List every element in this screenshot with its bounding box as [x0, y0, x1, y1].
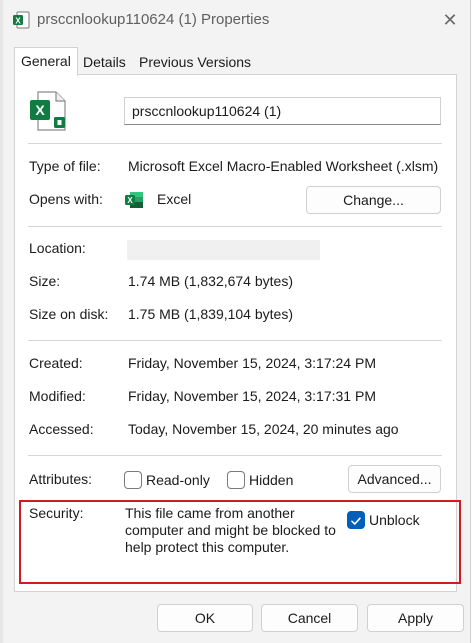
excel-macro-file-icon: X [28, 90, 70, 135]
apply-button[interactable]: Apply [367, 604, 464, 632]
unblock-label[interactable]: Unblock [369, 512, 420, 528]
size-on-disk-value: 1.75 MB (1,839,104 bytes) [128, 306, 293, 322]
svg-text:X: X [35, 102, 45, 118]
modified-label: Modified: [29, 388, 86, 404]
close-button[interactable]: ✕ [436, 6, 464, 34]
excel-app-icon: X [124, 190, 144, 213]
security-label: Security: [29, 505, 84, 521]
hidden-checkbox[interactable] [227, 471, 245, 489]
created-label: Created: [29, 355, 83, 371]
opens-with-label: Opens with: [29, 191, 103, 207]
checkmark-icon [350, 514, 362, 530]
security-message-line-1: This file came from another [125, 505, 295, 521]
excel-file-small-icon: X [12, 11, 30, 32]
opens-with-value: Excel [157, 191, 192, 207]
created-value: Friday, November 15, 2024, 3:17:24 PM [128, 355, 376, 371]
size-on-disk-label: Size on disk: [29, 306, 109, 322]
advanced-button[interactable]: Advanced... [348, 465, 441, 493]
location-value [127, 240, 320, 260]
divider [28, 340, 442, 341]
svg-text:X: X [15, 16, 21, 25]
accessed-value: Today, November 15, 2024, 20 minutes ago [128, 421, 399, 437]
type-of-file-label: Type of file: [29, 158, 101, 174]
background-strip [0, 0, 3, 643]
properties-dialog: X prsccnlookup110624 (1) Properties ✕ Ge… [0, 0, 471, 643]
title-bar: X prsccnlookup110624 (1) Properties ✕ [0, 0, 470, 40]
file-name-field[interactable]: prsccnlookup110624 (1) [124, 97, 441, 125]
change-button[interactable]: Change... [306, 186, 441, 214]
tab-details[interactable]: Details [79, 50, 130, 74]
svg-text:X: X [127, 196, 133, 205]
divider [28, 455, 442, 456]
size-value: 1.74 MB (1,832,674 bytes) [128, 273, 293, 289]
hidden-label[interactable]: Hidden [249, 472, 293, 488]
location-label: Location: [29, 240, 86, 256]
divider [28, 143, 442, 144]
divider [28, 226, 442, 227]
size-label: Size: [29, 273, 61, 289]
security-message-line-2: computer and might be blocked to [125, 522, 336, 538]
window-title: prsccnlookup110624 (1) Properties [37, 11, 270, 28]
tab-general[interactable]: General [14, 47, 78, 76]
accessed-label: Accessed: [29, 421, 94, 437]
attributes-label: Attributes: [29, 471, 93, 487]
cancel-button[interactable]: Cancel [261, 604, 358, 632]
read-only-label[interactable]: Read-only [146, 472, 210, 488]
tab-previous-versions[interactable]: Previous Versions [135, 50, 255, 74]
modified-value: Friday, November 15, 2024, 3:17:31 PM [128, 388, 376, 404]
read-only-checkbox[interactable] [124, 471, 142, 489]
unblock-checkbox[interactable] [347, 511, 365, 529]
type-of-file-value: Microsoft Excel Macro-Enabled Worksheet … [128, 158, 439, 174]
ok-button[interactable]: OK [157, 604, 253, 632]
security-message-line-3: help protect this computer. [125, 539, 290, 555]
